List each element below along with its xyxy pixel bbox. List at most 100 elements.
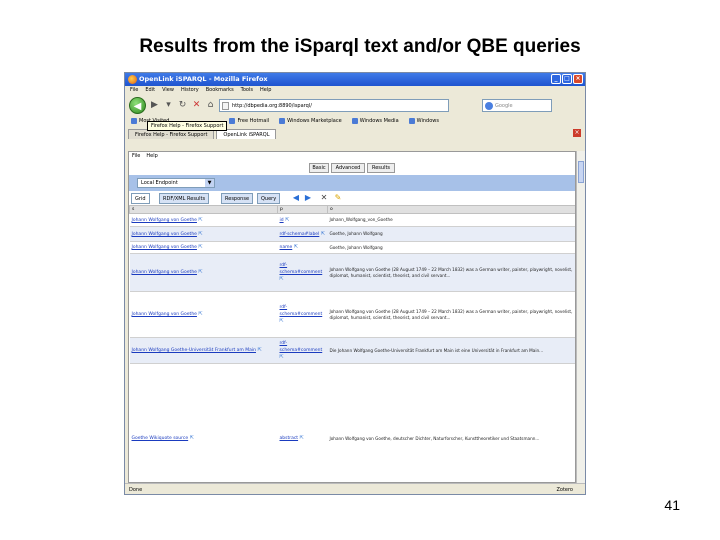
- stop-icon[interactable]: ✕: [191, 100, 202, 111]
- tab-response[interactable]: Response: [221, 193, 254, 204]
- window-title: OpenLink iSPARQL - Mozilla Firefox: [139, 75, 268, 83]
- predicate-link[interactable]: rdf-schema#label: [280, 232, 320, 237]
- status-bar: Done Zotero: [125, 483, 585, 494]
- tab-grid[interactable]: Grid: [131, 193, 150, 204]
- tab-query[interactable]: Query: [257, 193, 281, 204]
- subject-link[interactable]: Johann Wolfgang Goethe-Universität Frank…: [132, 348, 256, 353]
- cell-p: rdf-schema#comment ⇱: [277, 253, 328, 292]
- bookmark-label: Windows: [416, 118, 439, 124]
- tools-icon[interactable]: ✕: [319, 193, 329, 203]
- external-link-icon[interactable]: ⇱: [197, 269, 203, 275]
- bookmark-free-hotmail[interactable]: Free Hotmail: [229, 115, 269, 127]
- cell-p: id ⇱: [277, 213, 328, 227]
- forward-arrow-icon[interactable]: ▶: [149, 100, 160, 111]
- maximize-button[interactable]: □: [562, 74, 572, 84]
- predicate-link[interactable]: rdf-schema#comment: [280, 341, 323, 353]
- app-menu-help[interactable]: Help: [146, 152, 157, 161]
- external-link-icon[interactable]: ⇱: [292, 244, 298, 250]
- search-input[interactable]: Google: [482, 98, 552, 112]
- bookmark-label: Windows Marketplace: [287, 118, 342, 124]
- url-input[interactable]: http://dbpedia.org:8890/isparql/: [219, 98, 449, 112]
- mode-tabs: Basic Advanced Results: [129, 161, 575, 175]
- column-header-o[interactable]: o: [327, 205, 575, 214]
- predicate-link[interactable]: abstract: [280, 436, 299, 441]
- browser-screenshot: OpenLink iSPARQL - Mozilla Firefox _ □ ×…: [124, 72, 586, 495]
- table-row: Johann Wolfgang von Goethe ⇱ name ⇱ Goethe…: [129, 241, 575, 254]
- menu-bookmarks[interactable]: Bookmarks: [206, 86, 234, 95]
- google-icon: [485, 101, 493, 110]
- table-row: Goethe Wikiquote source ⇱ abstract ⇱ Johan…: [129, 363, 575, 482]
- bookmark-icon: [279, 118, 286, 124]
- reload-icon[interactable]: ↻: [177, 100, 188, 111]
- pencil-icon[interactable]: ✎: [333, 193, 343, 203]
- predicate-link[interactable]: rdf-schema#comment: [280, 263, 323, 275]
- external-link-icon[interactable]: ⇱: [280, 354, 284, 360]
- cell-p: name ⇱: [277, 241, 328, 254]
- predicate-link[interactable]: rdf-schema#comment: [280, 305, 323, 317]
- dropdown-icon[interactable]: ▾: [163, 100, 174, 111]
- menu-tools[interactable]: Tools: [241, 86, 253, 95]
- external-link-icon[interactable]: ⇱: [284, 217, 289, 223]
- menu-help[interactable]: Help: [260, 86, 271, 95]
- menu-edit[interactable]: Edit: [145, 86, 155, 95]
- column-header-p[interactable]: p: [277, 205, 328, 214]
- app-menu: File Help: [129, 152, 575, 161]
- back-arrow-icon[interactable]: ◀: [129, 96, 146, 114]
- external-link-icon[interactable]: ⇱: [280, 318, 284, 324]
- bookmark-label: Free Hotmail: [237, 118, 270, 124]
- bookmark-label: Windows Media: [359, 118, 399, 124]
- tab-rdf-xml-results[interactable]: RDF/XML Results: [159, 193, 210, 204]
- cell-s: Johann Wolfgang Goethe-Universität Frank…: [129, 337, 278, 364]
- subject-link[interactable]: Johann Wolfgang von Goethe: [132, 232, 197, 237]
- bookmarks-toolbar: Most Visited Free Hotmail Windows Market…: [125, 115, 585, 131]
- cell-s: Johann Wolfgang von Goethe ⇱: [129, 241, 278, 254]
- minimize-button[interactable]: _: [551, 74, 561, 84]
- subject-link[interactable]: Johann Wolfgang von Goethe: [132, 312, 197, 317]
- external-link-icon[interactable]: ⇱: [319, 231, 325, 237]
- url-text: http://dbpedia.org:8890/isparql/: [232, 102, 312, 109]
- subject-link[interactable]: Goethe Wikiquote source: [132, 436, 189, 441]
- external-link-icon[interactable]: ⇱: [197, 244, 203, 250]
- page-icon: [222, 101, 229, 110]
- cell-s: Johann Wolfgang von Goethe ⇱: [129, 253, 278, 292]
- forward-icon[interactable]: ▶: [303, 193, 313, 203]
- cell-p: rdf-schema#label ⇱: [277, 226, 328, 242]
- subject-link[interactable]: Johann Wolfgang von Goethe: [132, 270, 197, 275]
- tab-advanced[interactable]: Advanced: [331, 163, 365, 173]
- bookmark-windows-marketplace[interactable]: Windows Marketplace: [279, 115, 342, 127]
- home-icon[interactable]: ⌂: [205, 100, 216, 111]
- bookmark-windows-media[interactable]: Windows Media: [351, 115, 399, 127]
- table-row: Johann Wolfgang von Goethe ⇱ rdf-schema#c…: [129, 253, 575, 292]
- column-header-s[interactable]: s: [129, 205, 278, 214]
- chevron-down-icon: ▼: [205, 179, 214, 187]
- menu-history[interactable]: History: [181, 86, 199, 95]
- external-link-icon[interactable]: ⇱: [298, 435, 304, 441]
- close-window-button[interactable]: ×: [573, 74, 583, 84]
- bookmark-windows[interactable]: Windows: [408, 115, 439, 127]
- vertical-scrollbar[interactable]: [576, 151, 585, 483]
- tab-basic[interactable]: Basic: [309, 163, 329, 173]
- menu-view[interactable]: View: [162, 86, 174, 95]
- menu-file[interactable]: File: [130, 86, 138, 95]
- external-link-icon[interactable]: ⇱: [197, 231, 203, 237]
- endpoint-select[interactable]: Local Endpoint ▼: [137, 178, 215, 188]
- cell-s: Johann Wolfgang von Goethe ⇱: [129, 226, 278, 242]
- scrollbar-thumb[interactable]: [578, 161, 584, 183]
- external-link-icon[interactable]: ⇱: [188, 435, 194, 441]
- cell-o: Johann_Wolfgang_von_Goethe: [327, 213, 575, 227]
- app-menu-file[interactable]: File: [132, 152, 140, 161]
- tab-results[interactable]: Results: [367, 163, 395, 173]
- status-text: Done: [129, 487, 143, 493]
- external-link-icon[interactable]: ⇱: [197, 311, 203, 317]
- subject-link[interactable]: Johann Wolfgang von Goethe: [132, 218, 197, 223]
- external-link-icon[interactable]: ⇱: [256, 347, 262, 353]
- close-tab-icon[interactable]: ×: [573, 129, 581, 137]
- external-link-icon[interactable]: ⇱: [197, 217, 203, 223]
- slide-title: Results from the iSparql text and/or QBE…: [139, 36, 581, 57]
- subject-link[interactable]: Johann Wolfgang von Goethe: [132, 245, 197, 250]
- status-zotero[interactable]: Zotero: [556, 484, 573, 494]
- predicate-link[interactable]: name: [280, 245, 293, 250]
- external-link-icon[interactable]: ⇱: [280, 276, 284, 282]
- search-placeholder: Google: [495, 102, 513, 109]
- back-icon[interactable]: ◀: [291, 193, 301, 203]
